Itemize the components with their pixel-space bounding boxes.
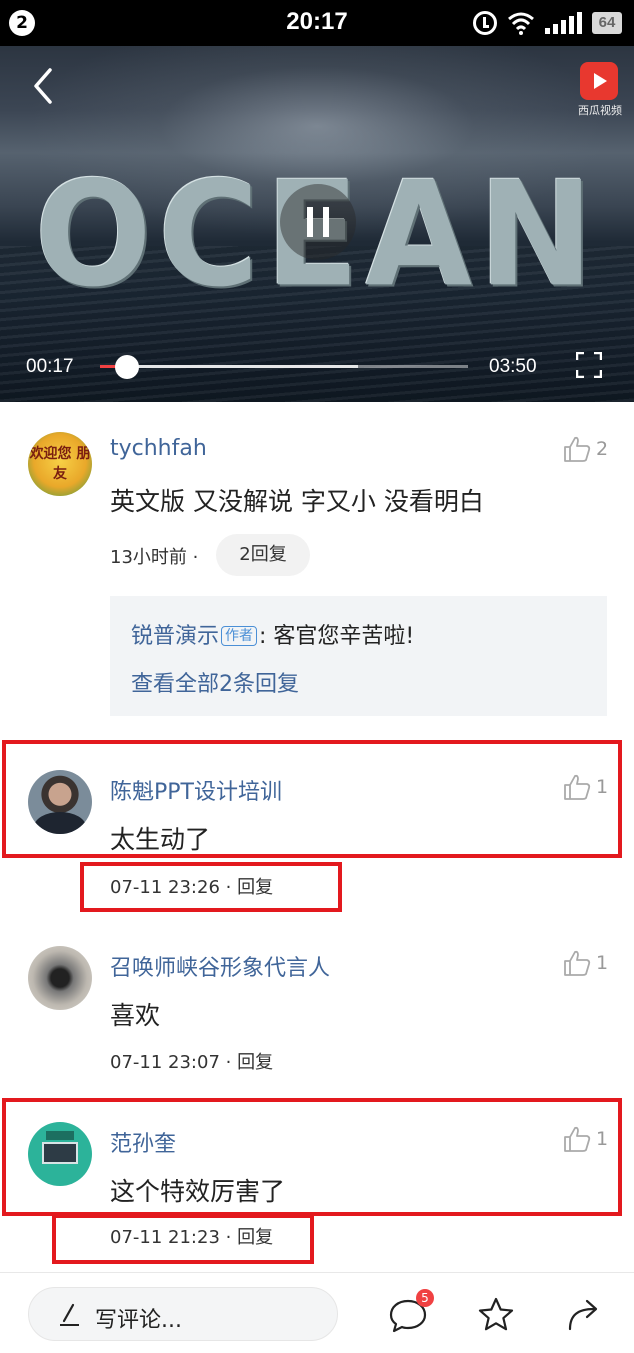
comment-username[interactable]: 范孙奎 [110,1126,176,1158]
like-count: 1 [596,952,609,974]
like-button[interactable]: 1 [562,1124,608,1154]
wifi-icon [508,12,534,35]
back-icon[interactable] [28,66,62,106]
fullscreen-icon[interactable] [576,352,602,378]
comment-text: 英文版 又没解说 字又小 没看明白 [110,487,484,516]
like-button[interactable]: 2 [562,434,608,464]
like-count: 1 [596,1128,609,1150]
video-player[interactable]: OCEAN 西瓜视频 00:17 03:50 [0,46,634,402]
highlight-box [2,1098,622,1216]
avatar[interactable] [28,770,92,834]
status-bar: 2 20:17 64 [0,0,634,46]
current-time: 00:17 [26,356,74,377]
comment-username[interactable]: 召唤师峡谷形象代言人 [110,950,330,982]
avatar-text: 欢迎您 朋友 [29,446,91,482]
like-button[interactable]: 1 [562,948,608,978]
reply-preview-box[interactable]: 锐普演示 作者: 客官您辛苦啦! 查看全部2条回复 [110,596,607,716]
thumbs-up-icon [564,1126,591,1152]
pause-button[interactable] [280,184,356,260]
like-button[interactable]: 1 [562,772,608,802]
write-comment-input[interactable]: 写评论... [28,1287,338,1341]
reply-preview-line: 锐普演示 作者: 客官您辛苦啦! [131,618,414,650]
total-time: 03:50 [489,356,537,377]
reply-text: : 客官您辛苦啦! [259,624,415,649]
comment-username[interactable]: tychhfah [110,436,207,461]
xigua-video-logo[interactable] [580,62,618,100]
battery-icon: 64 [592,12,622,34]
thumbs-up-icon [564,436,591,462]
star-icon[interactable] [476,1295,516,1335]
avatar[interactable]: 欢迎您 朋友 [28,432,92,496]
signal-icon [545,12,582,34]
comment-meta[interactable]: 07-11 23:26 · 回复 [110,873,273,899]
thumbs-up-icon [564,774,591,800]
write-comment-placeholder: 写评论... [95,1308,182,1333]
comment-username[interactable]: 陈魁PPT设计培训 [110,774,282,806]
comment-meta[interactable]: 07-11 21:23 · 回复 [110,1223,273,1249]
comment-text: 喜欢 [110,1001,161,1030]
comment-text: 太生动了 [110,825,211,854]
comment-meta[interactable]: 07-11 23:07 · 回复 [110,1048,273,1074]
like-count: 2 [596,438,609,460]
view-all-replies-link[interactable]: 查看全部2条回复 [131,666,299,698]
like-count: 1 [596,776,609,798]
xigua-video-label: 西瓜视频 [578,104,622,117]
progress-bar[interactable] [100,365,468,368]
comment-count-badge: 5 [416,1289,434,1307]
comment-text: 这个特效厉害了 [110,1177,286,1206]
comment-meta: 13小时前 · [110,547,199,568]
author-badge: 作者 [221,626,258,646]
bottom-bar: 写评论... 5 [0,1272,634,1353]
thumbs-up-icon [564,950,591,976]
pen-icon [60,1303,79,1326]
status-icons: 64 [473,8,622,38]
share-icon[interactable] [564,1295,604,1335]
reply-author[interactable]: 锐普演示 [131,624,219,649]
highlight-box [2,740,622,858]
avatar[interactable] [28,1122,92,1186]
avatar[interactable] [28,946,92,1010]
alarm-icon [473,11,497,35]
reply-count-button[interactable]: 2回复 [216,534,310,576]
